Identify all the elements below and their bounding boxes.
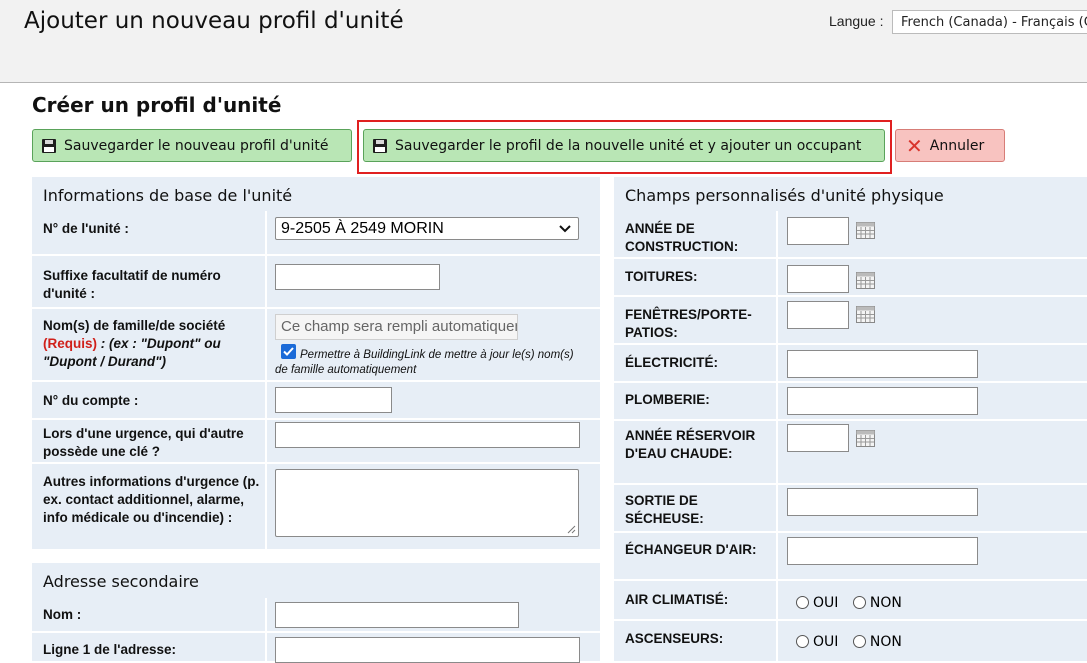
windows-row: FENÊTRES/PORTE-PATIOS:	[614, 297, 1087, 345]
calendar-icon[interactable]	[856, 306, 875, 323]
elevators-yes-radio[interactable]	[796, 635, 809, 649]
account-row: N° du compte :	[32, 382, 600, 420]
windows-label: FENÊTRES/PORTE-PATIOS:	[625, 307, 752, 340]
secondary-address-panel: Adresse secondaire Nom : Ligne 1 de l'ad…	[32, 563, 600, 663]
family-name-row: Nom(s) de famille/de société (Requis) : …	[32, 309, 600, 382]
secondary-name-input[interactable]	[275, 602, 519, 628]
account-label: N° du compte :	[43, 393, 139, 408]
language-label: Langue :	[829, 13, 884, 29]
language-select[interactable]: French (Canada) - Français (Canada)	[892, 10, 1087, 34]
unit-number-select[interactable]: 9-2505 À 2549 MORIN	[275, 217, 579, 240]
windows-input[interactable]	[787, 301, 849, 329]
plumbing-row: PLOMBERIE:	[614, 383, 1087, 421]
water-heater-year-input[interactable]	[787, 424, 849, 452]
suffix-label: Suffixe facultatif de numéro d'unité :	[43, 268, 221, 301]
unit-number-row: N° de l'unité : 9-2505 À 2549 MORIN	[32, 211, 600, 256]
electricity-input[interactable]	[787, 350, 978, 378]
water-heater-year-row: ANNÉE RÉSERVOIR D'EAU CHAUDE:	[614, 421, 1087, 485]
key-holder-label: Lors d'une urgence, qui d'autre possède …	[43, 426, 244, 459]
construction-year-row: ANNÉE DE CONSTRUCTION:	[614, 211, 1087, 259]
construction-year-label: ANNÉE DE CONSTRUCTION:	[625, 221, 739, 254]
key-holder-input[interactable]	[275, 422, 580, 448]
elevators-row: ASCENSEURS: OUI NON	[614, 621, 1087, 661]
dryer-vent-row: SORTIE DE SÉCHEUSE:	[614, 485, 1087, 533]
elevators-yes-label: OUI	[813, 633, 839, 650]
save-new-profile-button[interactable]: Sauvegarder le nouveau profil d'unité	[32, 129, 352, 162]
roofing-input[interactable]	[787, 265, 849, 293]
electricity-row: ÉLECTRICITÉ:	[614, 345, 1087, 383]
family-name-label: Nom(s) de famille/de société	[43, 318, 226, 333]
elevators-label: ASCENSEURS:	[625, 631, 724, 646]
basic-info-heading: Informations de base de l'unité	[43, 186, 293, 205]
emergency-info-row: Autres informations d'urgence (p. ex. co…	[32, 464, 600, 549]
elevators-no-radio[interactable]	[852, 635, 866, 649]
key-holder-row: Lors d'une urgence, qui d'autre possède …	[32, 420, 600, 464]
page-title: Ajouter un nouveau profil d'unité	[24, 8, 404, 34]
top-bar: Ajouter un nouveau profil d'unité Langue…	[0, 0, 1087, 83]
custom-fields-panel: Champs personnalisés d'unité physique AN…	[614, 177, 1087, 661]
required-indicator: (Requis)	[43, 336, 97, 351]
electricity-label: ÉLECTRICITÉ:	[625, 355, 718, 370]
plumbing-label: PLOMBERIE:	[625, 392, 710, 407]
secondary-name-row: Nom :	[32, 598, 600, 633]
basic-info-panel: Informations de base de l'unité N° de l'…	[32, 177, 600, 549]
highlight-box	[357, 120, 892, 174]
resize-handle-icon[interactable]	[567, 525, 576, 534]
emergency-info-label: Autres informations d'urgence (p. ex. co…	[43, 474, 260, 525]
custom-fields-heading: Champs personnalisés d'unité physique	[625, 186, 944, 205]
water-heater-year-label: ANNÉE RÉSERVOIR D'EAU CHAUDE:	[625, 428, 756, 461]
air-exchanger-label: ÉCHANGEUR D'AIR:	[625, 542, 757, 557]
calendar-icon[interactable]	[856, 272, 875, 289]
address-line1-label: Ligne 1 de l'adresse:	[43, 642, 177, 657]
cancel-button[interactable]: ✕ Annuler	[895, 129, 1005, 162]
emergency-info-textarea[interactable]	[275, 469, 579, 537]
close-icon: ✕	[906, 133, 923, 158]
account-input[interactable]	[275, 387, 392, 413]
address-line1-input[interactable]	[275, 637, 580, 663]
family-name-input[interactable]: Ce champ sera rempli automatiquement	[275, 314, 518, 340]
calendar-icon[interactable]	[856, 222, 875, 239]
air-conditioning-yes-radio[interactable]	[796, 596, 809, 610]
air-conditioning-no-label: NON	[869, 594, 902, 611]
unit-number-label: N° de l'unité :	[43, 221, 129, 236]
elevators-options: OUI NON	[796, 633, 912, 651]
calendar-icon[interactable]	[856, 430, 875, 447]
air-conditioning-row: AIR CLIMATISÉ: OUI NON	[614, 581, 1087, 621]
suffix-input[interactable]	[275, 264, 440, 290]
roofing-row: TOITURES:	[614, 259, 1087, 297]
chevron-down-icon	[559, 225, 571, 233]
air-conditioning-label: AIR CLIMATISÉ:	[625, 592, 729, 607]
family-name-label-group: Nom(s) de famille/de société (Requis) : …	[43, 317, 258, 371]
cancel-label: Annuler	[929, 137, 985, 154]
address-line1-row: Ligne 1 de l'adresse:	[32, 633, 600, 663]
roofing-label: TOITURES:	[625, 269, 698, 284]
air-conditioning-options: OUI NON	[796, 594, 912, 612]
dryer-vent-label: SORTIE DE SÉCHEUSE:	[625, 493, 704, 526]
dryer-vent-input[interactable]	[787, 488, 978, 516]
air-exchanger-input[interactable]	[787, 537, 978, 565]
suffix-row: Suffixe facultatif de numéro d'unité :	[32, 256, 600, 309]
elevators-no-label: NON	[869, 633, 902, 650]
secondary-name-label: Nom :	[43, 607, 82, 622]
section-title: Créer un profil d'unité	[32, 93, 282, 117]
air-exchanger-row: ÉCHANGEUR D'AIR:	[614, 533, 1087, 581]
save-new-profile-label: Sauvegarder le nouveau profil d'unité	[64, 137, 329, 154]
plumbing-input[interactable]	[787, 387, 978, 415]
air-conditioning-yes-label: OUI	[813, 594, 839, 611]
auto-update-label: Permettre à BuildingLink de mettre à jou…	[275, 349, 574, 376]
secondary-address-heading: Adresse secondaire	[43, 572, 199, 591]
air-conditioning-no-radio[interactable]	[852, 596, 866, 610]
unit-number-value: 9-2505 À 2549 MORIN	[281, 220, 444, 237]
floppy-disk-icon	[42, 138, 56, 153]
construction-year-input[interactable]	[787, 217, 849, 245]
